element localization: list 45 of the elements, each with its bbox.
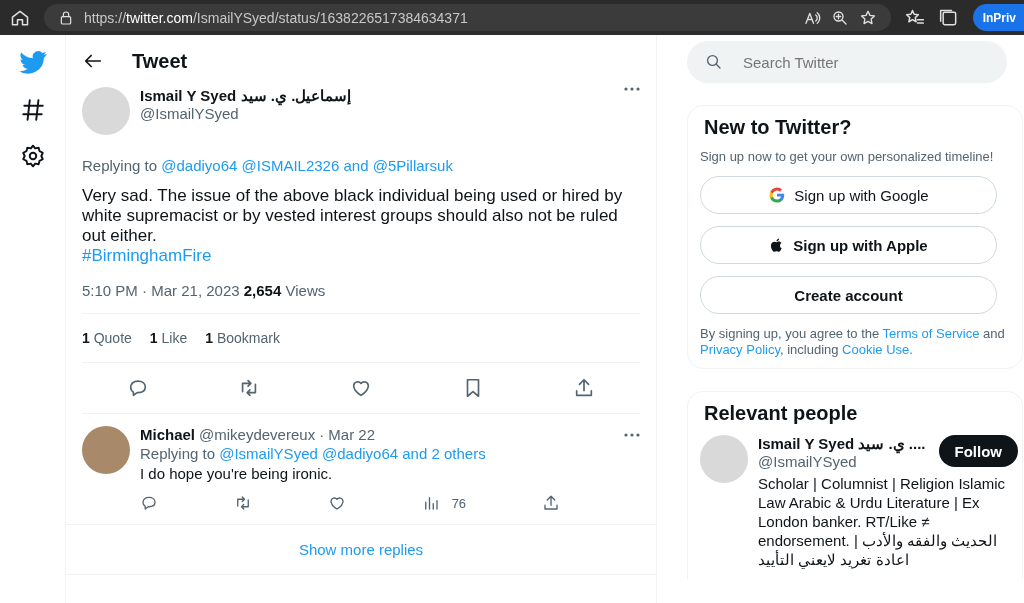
- reply-date[interactable]: · Mar 22: [319, 426, 375, 443]
- zoom-icon[interactable]: [830, 8, 849, 27]
- google-g-icon: [768, 186, 787, 204]
- reply-author-handle[interactable]: @mikeydevereux: [199, 426, 316, 443]
- person-name[interactable]: Ismail Y Syed ي. سيد ....: [758, 435, 926, 453]
- search-field[interactable]: Search Twitter: [687, 41, 1007, 83]
- tweet-timestamp: 5:10 PM · Mar 21, 2023 2,654 Views: [82, 282, 327, 299]
- inprivate-button[interactable]: InPriv: [972, 4, 1024, 31]
- url-text: https://twitter.com/IsmailYSyed/status/1638226517384634371: [84, 9, 468, 26]
- more-icon[interactable]: [624, 87, 640, 91]
- hashtag-icon[interactable]: [19, 97, 46, 123]
- person-handle[interactable]: @IsmailYSyed: [758, 453, 926, 470]
- author-native-name[interactable]: إسماعيل. ي. سيد: [240, 87, 352, 104]
- signup-button[interactable]: Sign up with Apple: [700, 226, 997, 264]
- share-icon[interactable]: [541, 494, 560, 512]
- reply-author-name[interactable]: Michael: [140, 426, 196, 443]
- card-title: Relevant people: [704, 402, 859, 425]
- tweet-text: Very sad. The issue of the above black individual being used or hired by white supremacist or by vested interest groups should also not be ruled out either.: [82, 186, 624, 246]
- card-title: New to Twitter?: [704, 116, 853, 139]
- replying-to-text: Replying to @IsmailYSyed @dadiyo64 and 2 others: [140, 445, 487, 462]
- replying-to-text: Replying to @dadiyo64 @ISMAIL2326 and @5Pillarsuk: [82, 157, 454, 174]
- lock-icon: [58, 9, 74, 26]
- follow-button[interactable]: Follow: [938, 435, 1018, 467]
- star-add-icon[interactable]: [858, 8, 877, 27]
- like-icon[interactable]: [327, 494, 346, 512]
- address-bar[interactable]: https://twitter.com/IsmailYSyed/status/1638226517384634371: [44, 4, 891, 31]
- engagement-stat[interactable]: 1 Like: [149, 330, 188, 346]
- signup-button[interactable]: Create account: [700, 276, 997, 314]
- legal-text: By signing up, you agree to the Terms of Service and Privacy Policy, including Cookie Use.: [700, 326, 1006, 358]
- reply-text: I do hope you're being ironic.: [140, 465, 334, 482]
- signup-button[interactable]: Sign up with Google: [700, 176, 997, 214]
- engagement-stat[interactable]: 1 Bookmark: [205, 330, 280, 346]
- signup-subtitle: Sign up now to get your own personalized timeline!: [700, 149, 995, 164]
- person-bio: Scholar | Columnist | Religion Islamic Law Arabic & Urdu Literature | Ex London banker. RT/Like ≠ endorsement. | الحديث والفقه والأدب اعادة تغريد لايعني التأييد: [758, 474, 1007, 569]
- reply-icon[interactable]: [140, 494, 158, 512]
- author-handle[interactable]: @IsmailYSyed: [140, 105, 352, 122]
- page-title: Tweet: [132, 49, 188, 73]
- collections-icon[interactable]: [938, 7, 959, 28]
- more-icon[interactable]: [624, 432, 640, 437]
- engagement-stat[interactable]: 1 Quote: [82, 330, 132, 346]
- avatar[interactable]: [82, 426, 130, 474]
- search-icon: [705, 53, 723, 71]
- views-count: 76: [451, 495, 467, 511]
- settings-icon[interactable]: [19, 143, 46, 169]
- author-name[interactable]: Ismail Y Syed: [140, 87, 237, 104]
